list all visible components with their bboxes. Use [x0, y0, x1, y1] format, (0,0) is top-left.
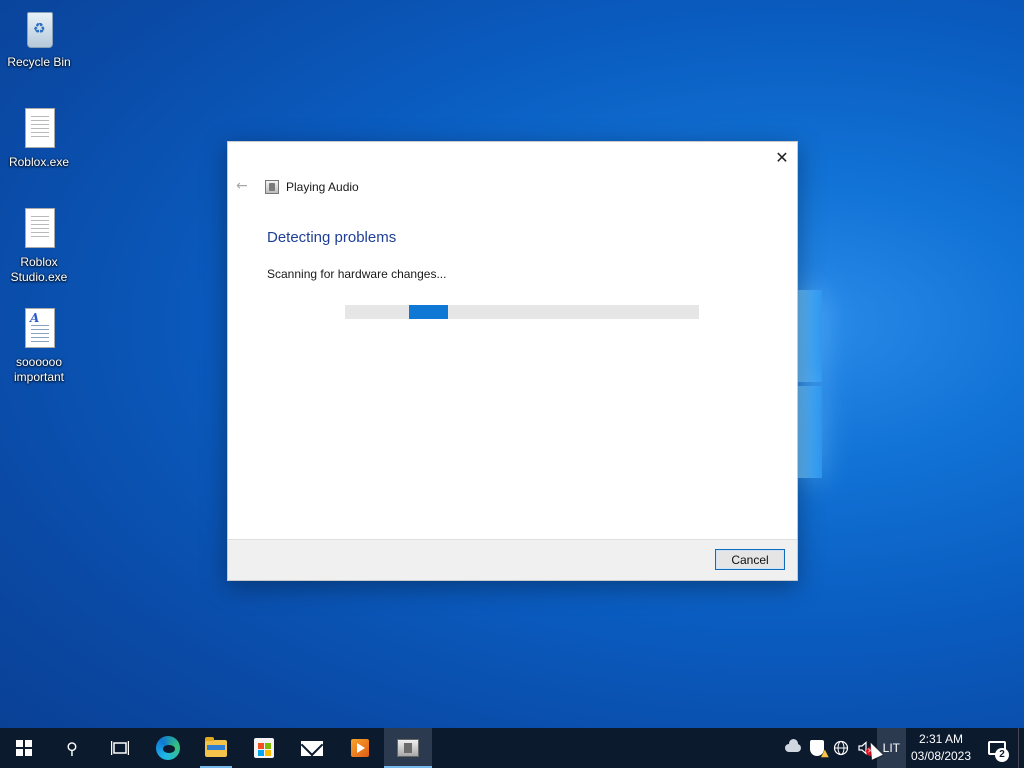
status-text: Scanning for hardware changes... — [267, 267, 447, 281]
close-button[interactable]: ✕ — [771, 146, 793, 168]
dialog-nav-title: Playing Audio — [265, 180, 359, 194]
edge-button[interactable] — [144, 728, 192, 768]
progress-indicator — [408, 305, 448, 319]
back-button[interactable]: ← — [236, 178, 248, 194]
store-button[interactable] — [240, 728, 288, 768]
task-view-button[interactable] — [96, 728, 144, 768]
show-desktop-button[interactable] — [1018, 728, 1024, 768]
back-arrow-icon: ← — [236, 178, 248, 194]
nav-title-text: Playing Audio — [286, 180, 359, 194]
network-globe-icon — [833, 740, 848, 756]
system-tray: ▲ ✕ LIT 2:31 AM 03/08/2023 2 — [781, 728, 1024, 768]
file-icon — [21, 108, 57, 152]
desktop-icon-label: Roblox.exe — [8, 155, 70, 169]
mail-icon — [301, 740, 323, 756]
troubleshooter-dialog: ✕ ← Playing Audio Detecting problems Sca… — [227, 141, 798, 581]
warning-icon: ▲ — [820, 748, 829, 759]
edge-icon — [156, 736, 180, 760]
onedrive-button[interactable] — [781, 728, 805, 768]
notification-count-badge: 2 — [995, 748, 1009, 762]
recycle-bin-icon — [21, 8, 57, 52]
desktop-icon-label: Recycle Bin — [7, 55, 71, 69]
troubleshooter-taskbar-button[interactable] — [384, 728, 432, 768]
cancel-button[interactable]: Cancel — [715, 549, 785, 570]
desktop-icon-roblox-exe[interactable]: Roblox.exe — [4, 108, 74, 170]
dialog-footer: Cancel — [228, 539, 797, 580]
clock-date: 03/08/2023 — [910, 749, 972, 763]
start-icon — [16, 740, 32, 756]
search-icon: ⚲ — [66, 738, 78, 758]
page-heading: Detecting problems — [267, 229, 397, 246]
troubleshooter-icon — [265, 180, 279, 194]
progress-bar — [345, 305, 699, 319]
task-view-icon — [111, 741, 129, 755]
desktop-icon-label: soooooo important — [13, 355, 65, 384]
media-player-icon — [351, 739, 369, 757]
input-language-indicator[interactable]: LIT — [876, 728, 906, 768]
file-explorer-button[interactable] — [192, 728, 240, 768]
clock[interactable]: 2:31 AM 03/08/2023 — [906, 728, 976, 768]
troubleshooter-icon — [397, 739, 419, 757]
desktop-icon-roblox-studio-exe[interactable]: Roblox Studio.exe — [4, 208, 74, 285]
media-player-button[interactable] — [336, 728, 384, 768]
file-explorer-icon — [205, 736, 227, 757]
onedrive-icon — [784, 739, 801, 752]
wallpaper-windows-logo — [796, 290, 824, 482]
start-button[interactable] — [0, 728, 48, 768]
clock-time: 2:31 AM — [918, 732, 964, 746]
desktop-icon-recycle-bin[interactable]: Recycle Bin — [4, 8, 74, 70]
desktop-icon-label: Roblox Studio.exe — [10, 255, 68, 284]
action-center-button[interactable]: 2 — [976, 728, 1018, 768]
mail-button[interactable] — [288, 728, 336, 768]
desktop-icon-soooooo-important[interactable]: A soooooo important — [4, 308, 74, 385]
windows-security-icon: ▲ — [809, 740, 829, 759]
network-button[interactable] — [829, 728, 853, 768]
wordpad-document-icon: A — [21, 308, 57, 352]
file-icon — [21, 208, 57, 252]
search-button[interactable]: ⚲ — [48, 728, 96, 768]
security-button[interactable]: ▲ — [805, 728, 829, 768]
microsoft-store-icon — [254, 738, 274, 758]
close-icon: ✕ — [775, 147, 789, 167]
